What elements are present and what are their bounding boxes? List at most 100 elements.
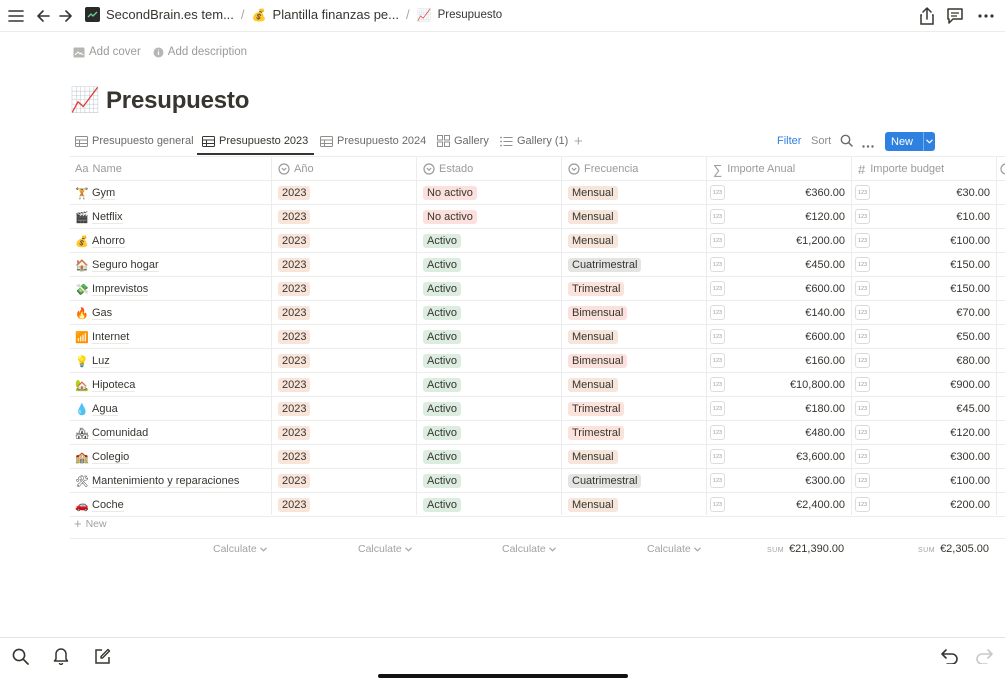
- name-cell[interactable]: 🏠 Seguro hogar: [75, 253, 159, 277]
- add-description-button[interactable]: Add description: [153, 46, 247, 58]
- importe-anual-cell[interactable]: €2,400.00: [796, 493, 845, 517]
- ano-cell[interactable]: 2023: [278, 421, 311, 445]
- ano-cell[interactable]: 2023: [278, 493, 311, 517]
- ano-cell[interactable]: 2023: [278, 325, 311, 349]
- importe-anual-cell[interactable]: €480.00: [805, 421, 845, 445]
- importe-budget-cell[interactable]: €10.00: [956, 205, 990, 229]
- ano-cell[interactable]: 2023: [278, 253, 311, 277]
- forward-arrow-icon[interactable]: [56, 6, 76, 26]
- column-header-estado[interactable]: Estado: [423, 157, 473, 181]
- calculate-frecuencia-column[interactable]: Calculate: [647, 543, 701, 555]
- estado-cell[interactable]: Activo: [423, 229, 461, 253]
- importe-budget-cell[interactable]: €900.00: [950, 373, 990, 397]
- frecuencia-cell[interactable]: Mensual: [568, 325, 618, 349]
- tab-presupuesto-2024[interactable]: Presupuesto 2024: [320, 135, 426, 147]
- table-row[interactable]: 🏘 Comunidad 2023 Activo Trimestral 123 €480.00…: [70, 421, 1005, 445]
- table-row[interactable]: 🏠 Seguro hogar 2023 Activo Cuatrimestral 123 €…: [70, 253, 1005, 277]
- name-cell[interactable]: 🏋 Gym: [75, 181, 116, 205]
- table-row[interactable]: 💡 Luz 2023 Activo Bimensual 123 €160.00 123 €80.…: [70, 349, 1005, 373]
- name-cell[interactable]: 🔥 Gas: [75, 301, 113, 325]
- ano-cell[interactable]: 2023: [278, 205, 311, 229]
- undo-icon[interactable]: [940, 646, 960, 666]
- estado-cell[interactable]: Activo: [423, 253, 461, 277]
- filter-button[interactable]: Filter: [777, 135, 801, 147]
- importe-budget-cell[interactable]: €120.00: [950, 421, 990, 445]
- importe-anual-cell[interactable]: €120.00: [805, 205, 845, 229]
- search-icon[interactable]: [10, 646, 30, 666]
- ano-cell[interactable]: 2023: [278, 181, 311, 205]
- importe-anual-cell[interactable]: €160.00: [805, 349, 845, 373]
- search-icon[interactable]: [840, 134, 853, 150]
- compose-icon[interactable]: [92, 646, 112, 666]
- ano-cell[interactable]: 2023: [278, 445, 311, 469]
- chevron-down-icon[interactable]: [923, 132, 935, 151]
- column-header-ano[interactable]: Año: [278, 157, 314, 181]
- column-header-frecuencia[interactable]: Frecuencia: [568, 157, 638, 181]
- page-title-text[interactable]: Presupuesto: [106, 87, 249, 115]
- name-cell[interactable]: 🏫 Colegio: [75, 445, 130, 469]
- table-row[interactable]: 🛠 Mantenimiento y reparaciones 2023 Activo C…: [70, 469, 1005, 493]
- sort-button[interactable]: Sort: [811, 135, 831, 147]
- name-cell[interactable]: 🚗 Coche: [75, 493, 124, 517]
- estado-cell[interactable]: No activo: [423, 181, 477, 205]
- importe-anual-cell[interactable]: €300.00: [805, 469, 845, 493]
- table-row[interactable]: 🏡 Hipoteca 2023 Activo Mensual 123 €10,800.00 1…: [70, 373, 1005, 397]
- importe-budget-cell[interactable]: €30.00: [956, 181, 990, 205]
- frecuencia-cell[interactable]: Mensual: [568, 373, 618, 397]
- frecuencia-cell[interactable]: Mensual: [568, 181, 618, 205]
- frecuencia-cell[interactable]: Mensual: [568, 229, 618, 253]
- name-cell[interactable]: 🏘 Comunidad: [75, 421, 149, 445]
- column-header-importe-anual[interactable]: ∑ Importe Anual: [713, 157, 795, 181]
- estado-cell[interactable]: Activo: [423, 301, 461, 325]
- redo-icon[interactable]: [974, 646, 994, 666]
- calculate-name-column[interactable]: Calculate: [213, 543, 267, 555]
- estado-cell[interactable]: Activo: [423, 349, 461, 373]
- table-row[interactable]: 🎬 Netflix 2023 No activo Mensual 123 €120.00 12…: [70, 205, 1005, 229]
- importe-budget-cell[interactable]: €50.00: [956, 325, 990, 349]
- sum-importe-anual[interactable]: SUM €21,390.00: [767, 543, 844, 555]
- frecuencia-cell[interactable]: Mensual: [568, 493, 618, 517]
- tab-presupuesto-general[interactable]: Presupuesto general: [75, 135, 194, 147]
- importe-budget-cell[interactable]: €200.00: [950, 493, 990, 517]
- estado-cell[interactable]: Activo: [423, 397, 461, 421]
- ano-cell[interactable]: 2023: [278, 373, 311, 397]
- importe-budget-cell[interactable]: €80.00: [956, 349, 990, 373]
- estado-cell[interactable]: Activo: [423, 445, 461, 469]
- comments-icon[interactable]: [945, 6, 965, 26]
- calculate-ano-column[interactable]: Calculate: [358, 543, 412, 555]
- frecuencia-cell[interactable]: Bimensual: [568, 349, 628, 373]
- name-cell[interactable]: 💰 Ahorro: [75, 229, 126, 253]
- frecuencia-cell[interactable]: Mensual: [568, 205, 618, 229]
- ano-cell[interactable]: 2023: [278, 229, 311, 253]
- back-arrow-icon[interactable]: [33, 6, 53, 26]
- breadcrumb-item-workspace[interactable]: SecondBrain.es tem...: [85, 7, 234, 22]
- tab-gallery[interactable]: Gallery: [437, 135, 489, 147]
- sum-importe-budget[interactable]: SUM €2,305.00: [918, 543, 989, 555]
- frecuencia-cell[interactable]: Trimestral: [568, 397, 625, 421]
- frecuencia-cell[interactable]: Cuatrimestral: [568, 253, 642, 277]
- importe-anual-cell[interactable]: €10,800.00: [790, 373, 845, 397]
- ano-cell[interactable]: 2023: [278, 301, 311, 325]
- name-cell[interactable]: 🏡 Hipoteca: [75, 373, 136, 397]
- table-row[interactable]: 🚗 Coche 2023 Activo Mensual 123 €2,400.00 123 €2…: [70, 493, 1005, 517]
- table-row[interactable]: 🔥 Gas 2023 Activo Bimensual 123 €140.00 123 €70.…: [70, 301, 1005, 325]
- estado-cell[interactable]: Activo: [423, 421, 461, 445]
- importe-anual-cell[interactable]: €1,200.00: [796, 229, 845, 253]
- estado-cell[interactable]: No activo: [423, 205, 477, 229]
- name-cell[interactable]: 💡 Luz: [75, 349, 110, 373]
- table-row[interactable]: 🏋 Gym 2023 No activo Mensual 123 €360.00 123 €30…: [70, 181, 1005, 205]
- column-header-importe-budget[interactable]: # Importe budget: [858, 157, 944, 181]
- estado-cell[interactable]: Activo: [423, 469, 461, 493]
- tab-gallery-1[interactable]: Gallery (1): [500, 135, 568, 147]
- ano-cell[interactable]: 2023: [278, 277, 311, 301]
- frecuencia-cell[interactable]: Bimensual: [568, 301, 628, 325]
- add-view-icon[interactable]: +: [574, 133, 583, 150]
- name-cell[interactable]: 🛠 Mantenimiento y reparaciones: [75, 469, 240, 493]
- table-row[interactable]: 💸 Imprevistos 2023 Activo Trimestral 123 €600.…: [70, 277, 1005, 301]
- calculate-estado-column[interactable]: Calculate: [502, 543, 556, 555]
- frecuencia-cell[interactable]: Cuatrimestral: [568, 469, 642, 493]
- more-options-icon[interactable]: [862, 139, 874, 151]
- importe-budget-cell[interactable]: €45.00: [956, 397, 990, 421]
- name-cell[interactable]: 💸 Imprevistos: [75, 277, 149, 301]
- ano-cell[interactable]: 2023: [278, 397, 311, 421]
